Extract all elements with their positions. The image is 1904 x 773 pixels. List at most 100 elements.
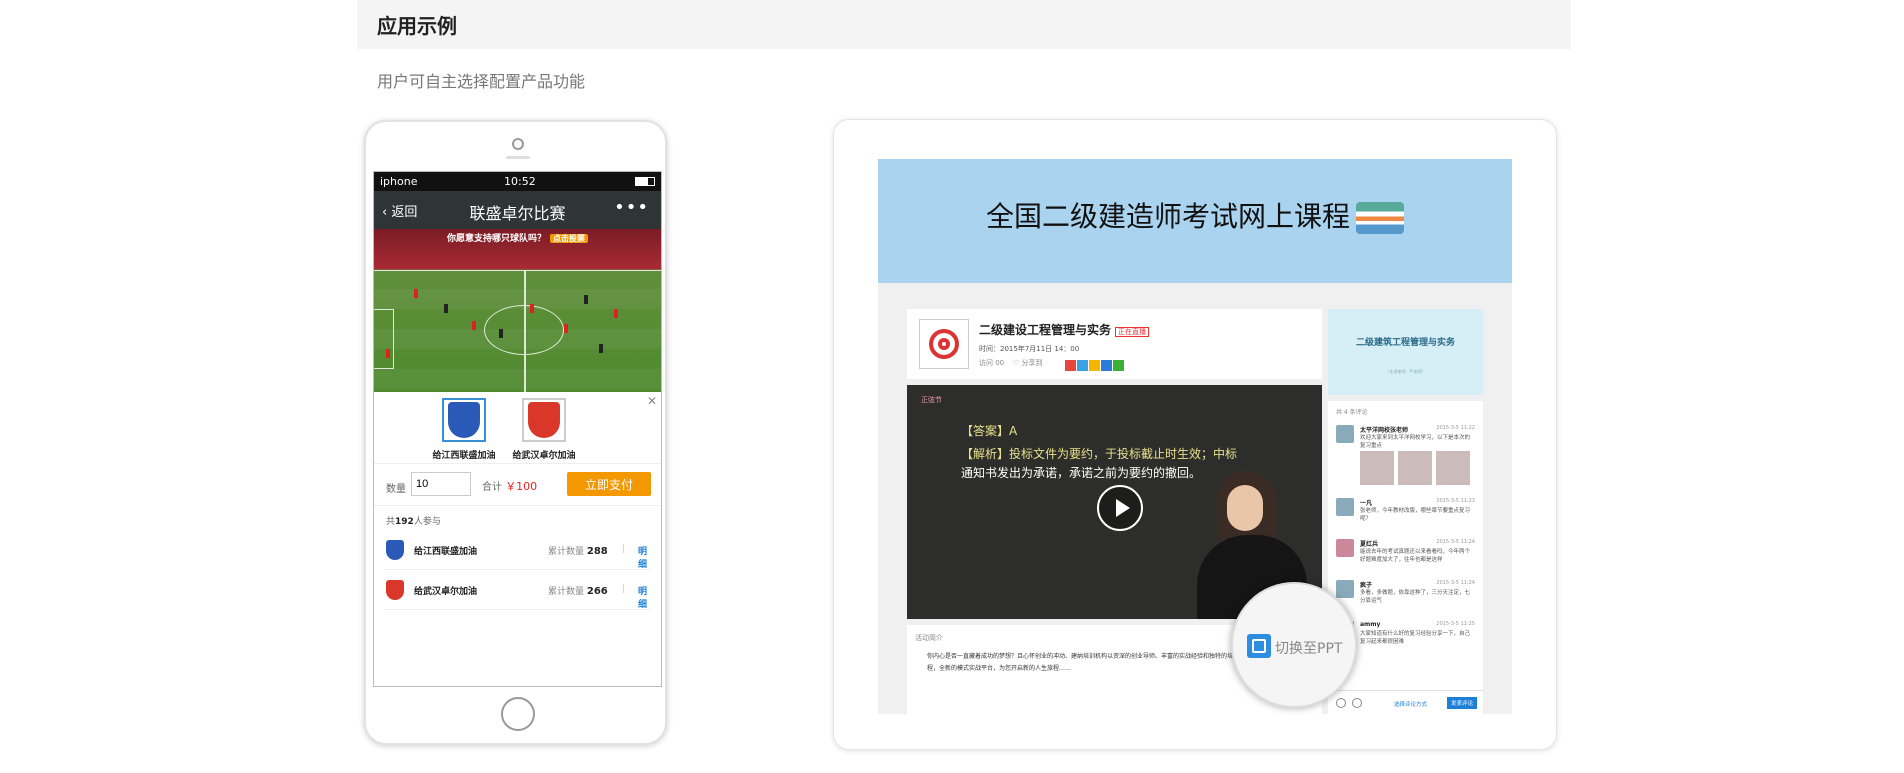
- avatar: [1336, 498, 1354, 516]
- divider: |: [622, 584, 626, 594]
- vote-question: 你愿意支持哪只球队吗？ 点击投票: [374, 231, 661, 244]
- phone-screen: iphone 10:52 ‹ 返回 联盛卓尔比赛 ••• 你愿意支持哪只球队吗？…: [373, 171, 662, 687]
- thumb-title: 二级建筑工程管理与实务: [1355, 338, 1455, 348]
- desktop-mockup: 全国二级建造师考试网上课程 二级建设工程管理与实务 正在直播 时间：2015年7月…: [833, 119, 1557, 750]
- row-count: 累计数量 288: [548, 546, 608, 557]
- share-icons: [1065, 356, 1125, 375]
- section-title: 应用示例: [377, 14, 457, 38]
- comment-style-link[interactable]: 选择评论方式: [1394, 700, 1427, 708]
- video-line: 【解析】投标文件为要约，于投标截止时生效；中标: [961, 447, 1238, 461]
- table-row: 给江西联盛加油 累计数量 288 | 明细: [384, 530, 651, 570]
- quantity-label: 数量: [386, 484, 406, 495]
- comment-date: 2015-3-5 11:22: [1436, 425, 1475, 431]
- home-button[interactable]: [501, 697, 535, 731]
- weibo-icon[interactable]: [1065, 360, 1076, 371]
- avatar: [1336, 425, 1354, 443]
- video-tag: 正弦节: [921, 396, 942, 404]
- comment-author: 疯子: [1360, 582, 1373, 589]
- avatar: [1336, 580, 1354, 598]
- section-header: 应用示例: [357, 0, 1571, 49]
- books-icon: [1356, 202, 1404, 234]
- comment-author: 太平洋网校张老师: [1360, 427, 1409, 434]
- target-icon: [919, 319, 969, 369]
- course-title: 二级建设工程管理与实务 正在直播: [979, 321, 1150, 338]
- close-icon[interactable]: ✕: [647, 394, 657, 408]
- attach-icon[interactable]: [1352, 698, 1362, 708]
- detail-link[interactable]: 明细: [638, 584, 651, 610]
- comment-text: 欢迎大家来到太平洋网校学习，以下是本次的复习重点: [1360, 435, 1471, 449]
- renren-icon[interactable]: [1101, 360, 1112, 371]
- switch-to-ppt-button[interactable]: 切换至PPT: [1231, 582, 1357, 708]
- team-picker: ✕ 给江西联盛加油 给武汉卓尔加油: [374, 392, 661, 464]
- carrier-label: iphone: [380, 175, 418, 188]
- team-option-wuhan[interactable]: 给武汉卓尔加油: [499, 398, 589, 461]
- divider: |: [622, 544, 626, 554]
- qzone-icon[interactable]: [1089, 360, 1100, 371]
- course-banner: 全国二级建造师考试网上课程: [878, 159, 1512, 283]
- wechat-icon[interactable]: [1113, 360, 1124, 371]
- list-item: 太平洋网校张老师 2015-3-5 11:22 欢迎大家来到太平洋网校学习，以下…: [1328, 419, 1483, 492]
- comment-count: 共 4 条评论: [1336, 409, 1368, 416]
- pay-now-button[interactable]: 立即支付: [567, 472, 651, 496]
- video-player[interactable]: 正弦节 【答案】A 【解析】投标文件为要约，于投标截止时生效；中标 通知书发出为…: [907, 385, 1322, 619]
- detail-link[interactable]: 明细: [638, 544, 651, 570]
- row-name: 给江西联盛加油: [414, 547, 478, 557]
- teacher-face: [1227, 485, 1263, 531]
- qq-icon[interactable]: [1077, 360, 1088, 371]
- emoji-icon[interactable]: [1336, 698, 1346, 708]
- comment-date: 2015-3-5 11:24: [1436, 539, 1475, 545]
- comment-text: 张老师，今年教材改版，哪些章节要重点复习呢？: [1360, 508, 1471, 522]
- course-page: 全国二级建造师考试网上课程 二级建设工程管理与实务 正在直播 时间：2015年7月…: [878, 159, 1512, 714]
- team-option-jiangxi[interactable]: 给江西联盛加油: [419, 398, 509, 461]
- team-label: 给武汉卓尔加油: [512, 451, 576, 461]
- comment-text: 大家知道有什么好的复习经验分享一下，自己复习起来都很困难: [1360, 631, 1471, 645]
- team-badge: [522, 398, 566, 442]
- comment-author: 一凡: [1360, 500, 1373, 507]
- video-line: 【答案】A: [961, 424, 1018, 438]
- comment-text: 多看，多做题，依靠这种了，三分天注定，七分靠运气: [1360, 590, 1471, 604]
- table-row: 给武汉卓尔加油 累计数量 266 | 明细: [384, 570, 651, 610]
- video-line: 通知书发出为承诺，承诺之前为要约的撤回。: [961, 466, 1202, 480]
- play-icon[interactable]: [1097, 485, 1143, 531]
- ppt-thumbnail[interactable]: 二级建筑工程管理与实务 （主讲老师：严老师）: [1328, 309, 1483, 395]
- nav-bar: ‹ 返回 联盛卓尔比赛 •••: [374, 191, 661, 229]
- match-image: 你愿意支持哪只球队吗？ 点击投票: [374, 229, 661, 392]
- phone-camera: [512, 138, 524, 150]
- battery-icon: [635, 177, 655, 186]
- total-text: 合计 ￥100: [482, 480, 538, 493]
- banner-title: 全国二级建造师考试网上课程: [878, 195, 1512, 235]
- live-badge: 正在直播: [1115, 327, 1150, 337]
- comment-date: 2015-3-5 11:25: [1436, 621, 1475, 627]
- post-comment-button[interactable]: 发表评论: [1446, 697, 1477, 709]
- list-item: 夏红兵 2015-3-5 11:24 能说去年的考试真题还以来看看吗，今年两个好…: [1328, 533, 1483, 574]
- comment-images[interactable]: [1360, 451, 1470, 485]
- section-subtitle: 用户可自主选择配置产品功能: [377, 72, 586, 91]
- course-meta: 访问 00 ♡ 分享到: [979, 359, 1043, 367]
- status-bar: iphone 10:52: [374, 172, 661, 191]
- intro-body: 你内心是否一直藏着成功的梦想？且心怀创业的冲动、建纳培训机构以资深的创业导师、丰…: [927, 653, 1246, 672]
- total-value: ￥100: [505, 480, 538, 493]
- comment-bar: 选择评论方式 发表评论: [1328, 690, 1483, 714]
- row-name: 给武汉卓尔加油: [414, 587, 478, 597]
- phone-speaker: [506, 156, 530, 159]
- more-icon[interactable]: •••: [614, 197, 649, 218]
- participant-count: 共192人参与: [386, 517, 441, 527]
- comment-author: 夏红兵: [1360, 541, 1379, 548]
- comment-text: 能说去年的考试真题还以来看看吗，今年两个好题难度加大了，往年也都是这样: [1360, 549, 1471, 563]
- comment-author: ammy: [1360, 621, 1381, 628]
- intro-header: 活动简介: [915, 634, 943, 642]
- list-item: 疯子 2015-3-5 11:24 多看，多做题，依靠这种了，三分天注定，七分靠…: [1328, 574, 1483, 615]
- thumb-subtitle: （主讲老师：严老师）: [1385, 369, 1426, 374]
- list-item: 一凡 2015-3-5 11:23 张老师，今年教材改版，哪些章节要重点复习呢？: [1328, 492, 1483, 533]
- comment-date: 2015-3-5 11:24: [1436, 580, 1475, 586]
- phone-mockup: iphone 10:52 ‹ 返回 联盛卓尔比赛 ••• 你愿意支持哪只球队吗？…: [364, 120, 667, 745]
- team-label: 给江西联盛加油: [432, 451, 496, 461]
- status-time: 10:52: [504, 175, 536, 188]
- quantity-input[interactable]: [411, 472, 471, 496]
- switch-label: 切换至PPT: [1275, 641, 1343, 657]
- jiangxi-shield-icon: [386, 540, 404, 560]
- row-count: 累计数量 266: [548, 586, 608, 597]
- avatar: [1336, 539, 1354, 557]
- course-info: 二级建设工程管理与实务 正在直播 时间：2015年7月11日 14：00 访问 0…: [907, 309, 1322, 379]
- course-time: 时间：2015年7月11日 14：00: [979, 345, 1080, 353]
